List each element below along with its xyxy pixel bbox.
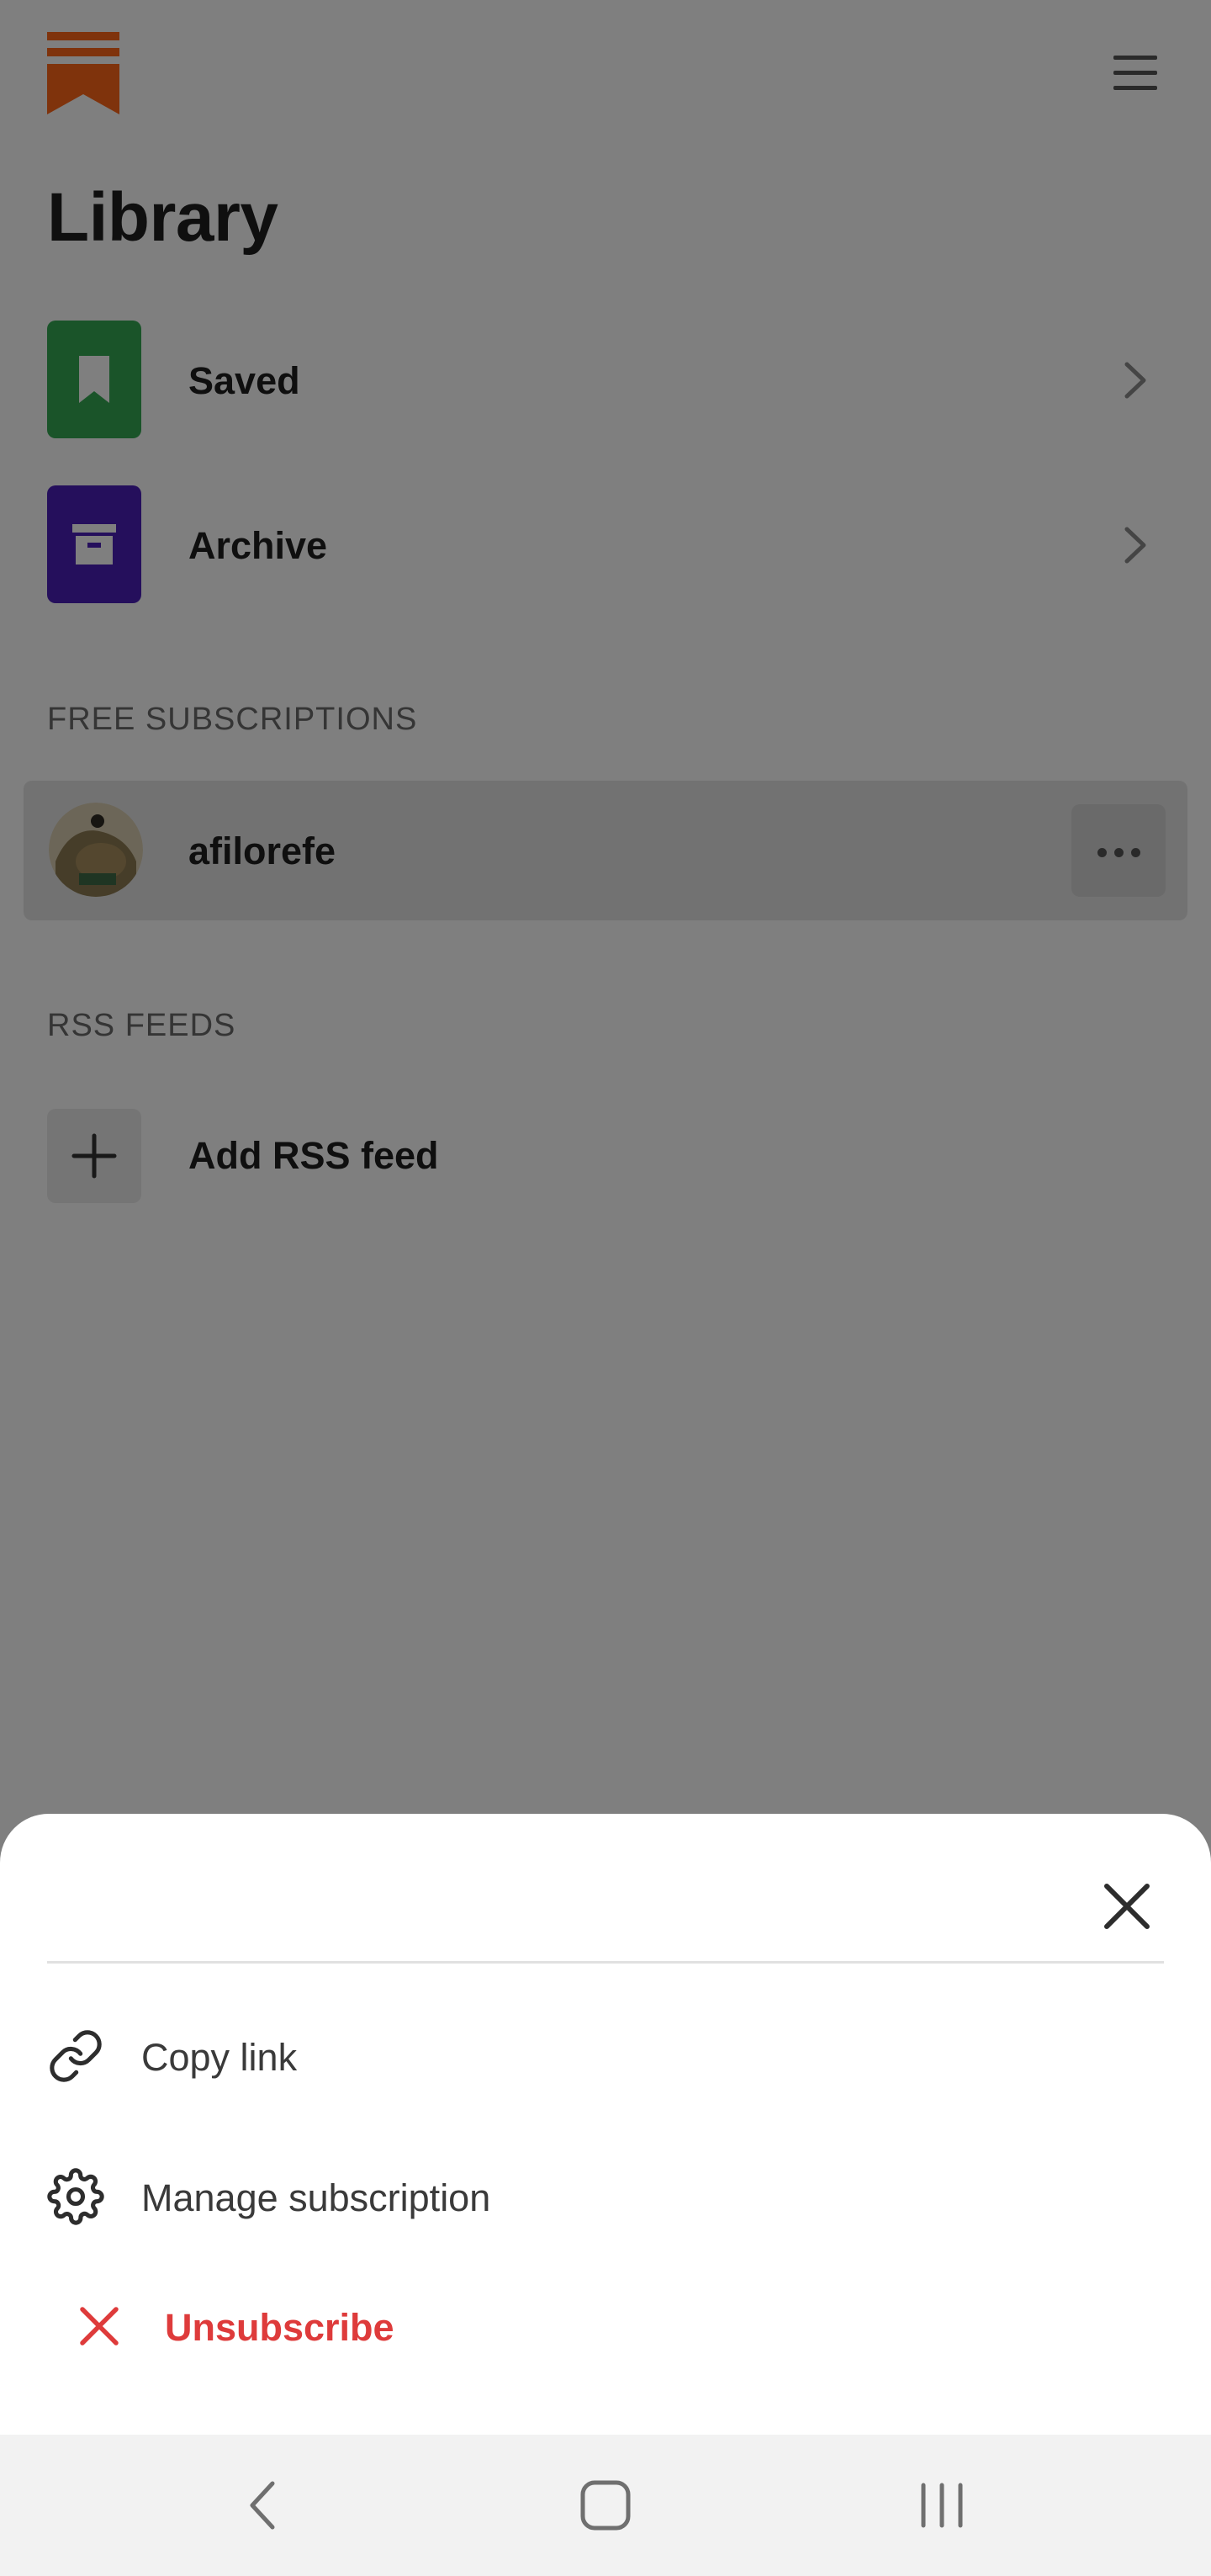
option-label: Copy link: [141, 2036, 298, 2079]
gear-icon: [47, 2168, 104, 2225]
home-square-icon[interactable]: [572, 2472, 639, 2539]
options-bottom-sheet: Copy link Manage subscription Unsubscrib…: [0, 1814, 1211, 2435]
option-label: Manage subscription: [141, 2176, 491, 2219]
system-navigation-bar: [0, 2435, 1211, 2576]
back-chevron-icon[interactable]: [237, 2472, 288, 2539]
x-icon: [76, 2303, 123, 2350]
close-icon: [1104, 1884, 1150, 1929]
recents-bars-icon[interactable]: [917, 2472, 967, 2539]
close-button[interactable]: [1093, 1873, 1161, 1940]
copy-link-option[interactable]: Copy link: [0, 2006, 1211, 2107]
manage-subscription-option[interactable]: Manage subscription: [0, 2146, 1211, 2247]
unsubscribe-option[interactable]: Unsubscribe: [0, 2276, 1211, 2377]
sheet-divider: [47, 1961, 1164, 1964]
option-label: Unsubscribe: [165, 2306, 394, 2349]
link-icon: [47, 2027, 104, 2085]
library-page: Library Saved Archive FREE SUBSCRIPTIONS: [0, 0, 1211, 2576]
